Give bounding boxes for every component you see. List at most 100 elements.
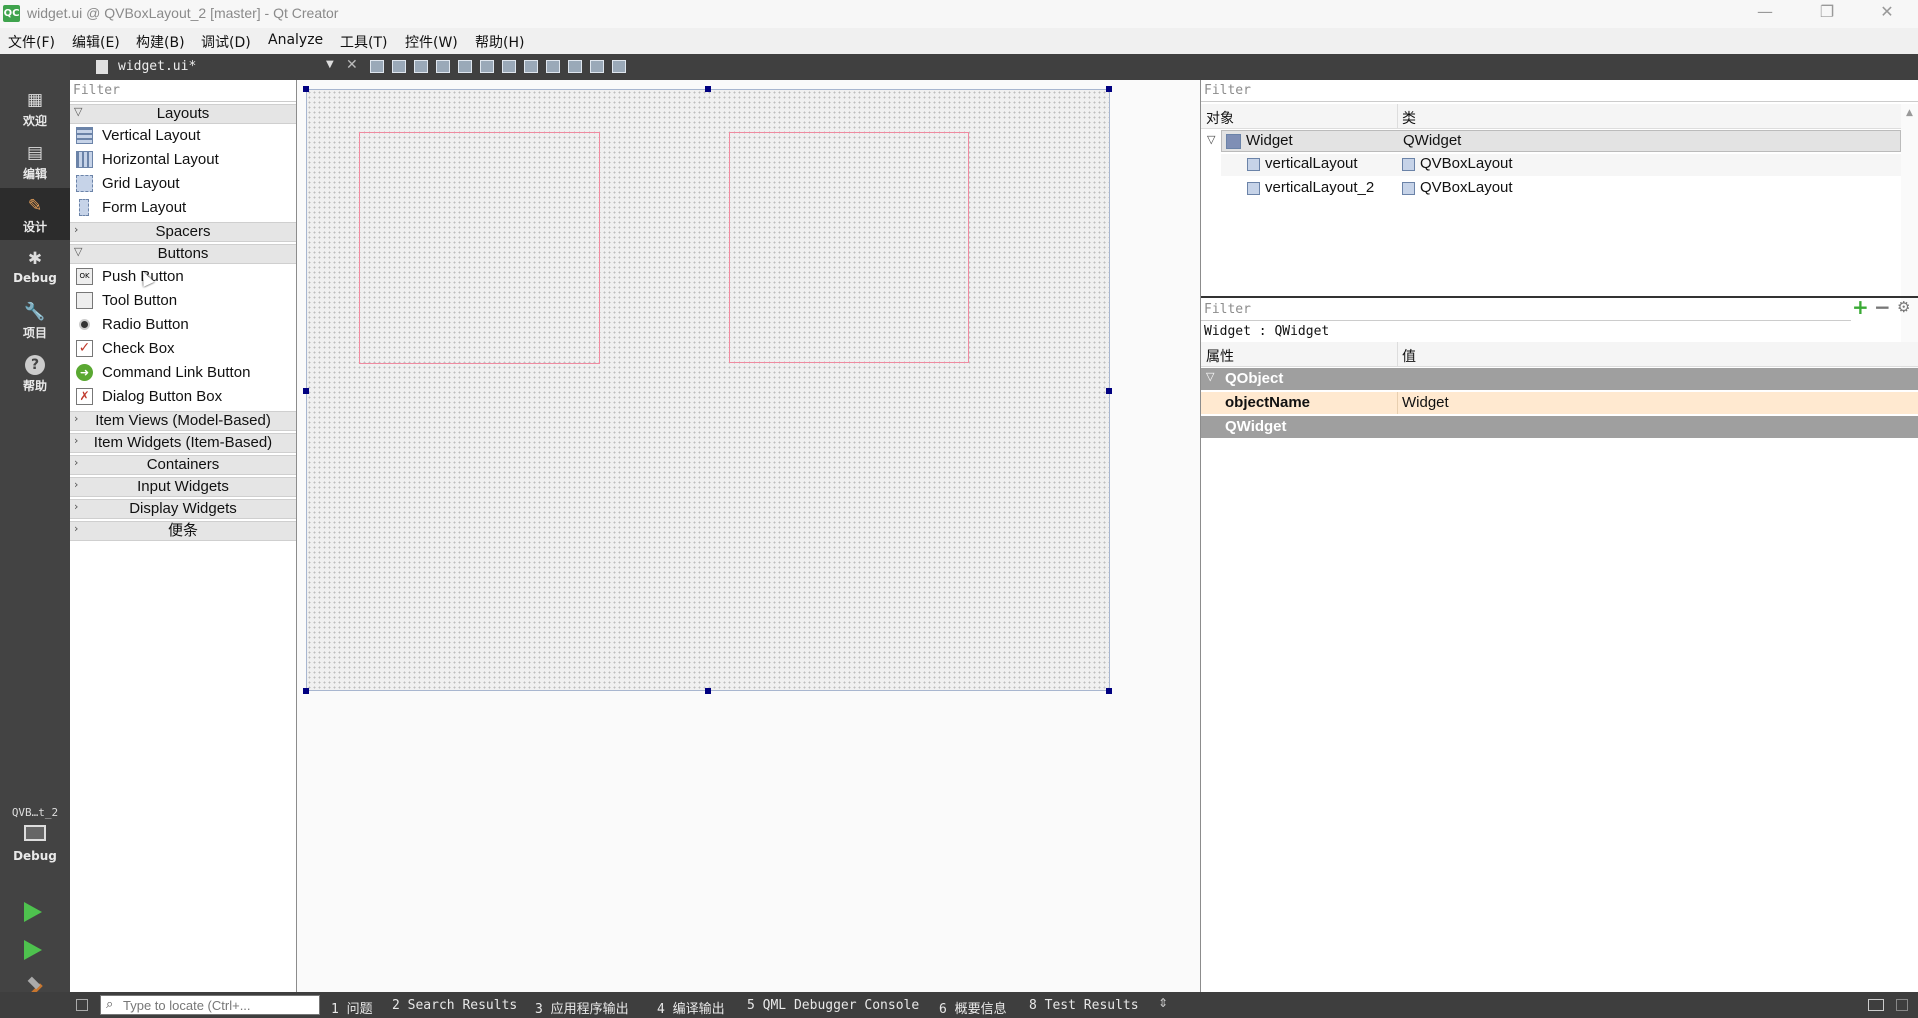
pane-general-messages[interactable]: 6 概要信息: [939, 998, 1007, 1017]
object-inspector-scrollbar[interactable]: ▲ ▼: [1901, 104, 1918, 372]
adjust-size-icon[interactable]: [612, 60, 626, 73]
category-item-views[interactable]: › Item Views (Model-Based): [70, 411, 296, 431]
close-button[interactable]: ✕: [1864, 2, 1910, 26]
toggle-output-icon[interactable]: [1868, 999, 1884, 1011]
item-radio-button[interactable]: Radio Button: [70, 313, 296, 337]
pane-compile-output[interactable]: 4 编译输出: [657, 998, 725, 1017]
category-buttons[interactable]: ▽ Buttons: [70, 244, 296, 264]
menu-widgets[interactable]: 控件(W): [405, 32, 458, 52]
column-value[interactable]: 值: [1402, 346, 1416, 366]
mode-sidebar: ▦ 欢迎 ▤ 编辑 ✎ 设计 ✱ Debug 🔧 项目 ? 帮助 QVB…t_2…: [0, 54, 70, 999]
layout-v-splitter-icon[interactable]: [524, 60, 538, 73]
tree-row-verticalLayout[interactable]: verticalLayout QVBoxLayout: [1221, 154, 1901, 176]
mode-projects[interactable]: 🔧 项目: [0, 294, 70, 346]
resize-handle[interactable]: [705, 86, 711, 92]
kit-selector[interactable]: QVB…t_2 Debug: [0, 806, 70, 874]
item-form-layout[interactable]: Form Layout: [70, 196, 296, 220]
pane-test-results[interactable]: 8 Test Results: [1029, 998, 1139, 1013]
vertical-layout-2-outline[interactable]: [729, 132, 969, 363]
locator-input[interactable]: ⌕ Type to locate (Ctrl+...: [100, 995, 320, 1015]
category-item-widgets[interactable]: › Item Widgets (Item-Based): [70, 433, 296, 453]
mode-welcome[interactable]: ▦ 欢迎: [0, 82, 70, 134]
property-value[interactable]: Widget: [1402, 394, 1449, 411]
menu-analyze[interactable]: Analyze: [268, 32, 323, 48]
item-dialog-button-box[interactable]: ✗ Dialog Button Box: [70, 385, 296, 409]
edit-widgets-icon[interactable]: [370, 60, 384, 73]
item-push-button[interactable]: OK Push Button: [70, 265, 296, 289]
debug-run-icon[interactable]: [24, 940, 42, 960]
category-notes[interactable]: › 便条: [70, 521, 296, 541]
column-class[interactable]: 类: [1402, 108, 1416, 128]
mode-help[interactable]: ? 帮助: [0, 347, 70, 399]
menu-build[interactable]: 构建(B): [136, 32, 185, 52]
category-spacers[interactable]: › Spacers: [70, 222, 296, 242]
open-file-name[interactable]: widget.ui*: [118, 59, 196, 74]
menu-debug[interactable]: 调试(D): [201, 32, 251, 52]
remove-property-icon[interactable]: −: [1874, 295, 1891, 319]
column-property[interactable]: 属性: [1206, 346, 1234, 366]
close-file-icon[interactable]: ✕: [346, 57, 358, 73]
resize-handle[interactable]: [705, 688, 711, 694]
resize-handle[interactable]: [1106, 388, 1112, 394]
resize-handle[interactable]: [1106, 86, 1112, 92]
category-input-widgets[interactable]: › Input Widgets: [70, 477, 296, 497]
layout-h-splitter-icon[interactable]: [502, 60, 516, 73]
edit-tab-order-icon[interactable]: [436, 60, 450, 73]
break-layout-icon[interactable]: [590, 60, 604, 73]
menu-help[interactable]: 帮助(H): [475, 32, 524, 52]
resize-handle[interactable]: [303, 388, 309, 394]
kit-build-config: Debug: [13, 849, 57, 863]
item-vertical-layout[interactable]: Vertical Layout: [70, 124, 296, 148]
column-object[interactable]: 对象: [1206, 108, 1234, 128]
property-group-qwidget[interactable]: QWidget: [1201, 416, 1918, 438]
property-filter[interactable]: Filter: [1201, 299, 1851, 321]
tree-row-widget[interactable]: ▽ Widget QWidget: [1207, 130, 1901, 152]
resize-handle[interactable]: [303, 688, 309, 694]
form-widget[interactable]: [306, 89, 1110, 691]
run-icon[interactable]: [24, 902, 42, 922]
menu-edit[interactable]: 编辑(E): [72, 32, 120, 52]
menu-tools[interactable]: 工具(T): [340, 32, 387, 52]
category-display-widgets[interactable]: › Display Widgets: [70, 499, 296, 519]
pane-qml-debugger-console[interactable]: 5 QML Debugger Console: [747, 998, 919, 1013]
item-check-box[interactable]: ✓ Check Box: [70, 337, 296, 361]
mode-design[interactable]: ✎ 设计: [0, 188, 70, 240]
pane-search-results[interactable]: 2 Search Results: [392, 998, 517, 1013]
file-dropdown-icon[interactable]: ▼: [326, 59, 334, 70]
pane-application-output[interactable]: 3 应用程序输出: [535, 998, 629, 1017]
property-group-qobject[interactable]: ▽ QObject: [1201, 368, 1918, 390]
restore-button[interactable]: ❐: [1804, 2, 1850, 26]
layout-vertical-icon[interactable]: [480, 60, 494, 73]
object-inspector-filter[interactable]: Filter: [1201, 80, 1918, 102]
item-grid-layout[interactable]: Grid Layout: [70, 172, 296, 196]
resize-handle[interactable]: [1106, 688, 1112, 694]
configure-icon[interactable]: ⚙: [1897, 298, 1910, 316]
resize-handle[interactable]: [303, 86, 309, 92]
mode-debug-label: Debug: [13, 271, 57, 285]
edit-buddies-icon[interactable]: [414, 60, 428, 73]
mode-edit[interactable]: ▤ 编辑: [0, 135, 70, 187]
toggle-sidebar-icon[interactable]: [76, 999, 88, 1011]
item-command-link-button[interactable]: ➜ Command Link Button: [70, 361, 296, 385]
tree-row-verticalLayout_2[interactable]: verticalLayout_2 QVBoxLayout: [1221, 178, 1901, 200]
item-horizontal-layout[interactable]: Horizontal Layout: [70, 148, 296, 172]
layout-grid-icon[interactable]: [568, 60, 582, 73]
toggle-right-sidebar-icon[interactable]: [1896, 999, 1908, 1011]
pane-splitter[interactable]: [1201, 296, 1918, 298]
minimize-button[interactable]: —: [1742, 2, 1788, 26]
mode-debug[interactable]: ✱ Debug: [0, 241, 70, 293]
scroll-up-icon[interactable]: ▲: [1906, 108, 1913, 118]
item-tool-button[interactable]: Tool Button: [70, 289, 296, 313]
layout-horizontal-icon[interactable]: [458, 60, 472, 73]
category-containers[interactable]: › Containers: [70, 455, 296, 475]
add-dynamic-property-icon[interactable]: +: [1852, 295, 1869, 319]
property-row-objectname[interactable]: objectName Widget: [1201, 392, 1918, 414]
pane-issues[interactable]: 1 问题: [331, 998, 373, 1017]
edit-signals-slots-icon[interactable]: [392, 60, 406, 73]
more-panes-icon[interactable]: ⇕: [1158, 996, 1168, 1010]
menu-file[interactable]: 文件(F): [8, 32, 55, 52]
widget-box-filter[interactable]: Filter: [70, 80, 296, 102]
vertical-layout-1-outline[interactable]: [359, 132, 600, 364]
category-layouts[interactable]: ▽ Layouts: [70, 104, 296, 124]
layout-form-icon[interactable]: [546, 60, 560, 73]
